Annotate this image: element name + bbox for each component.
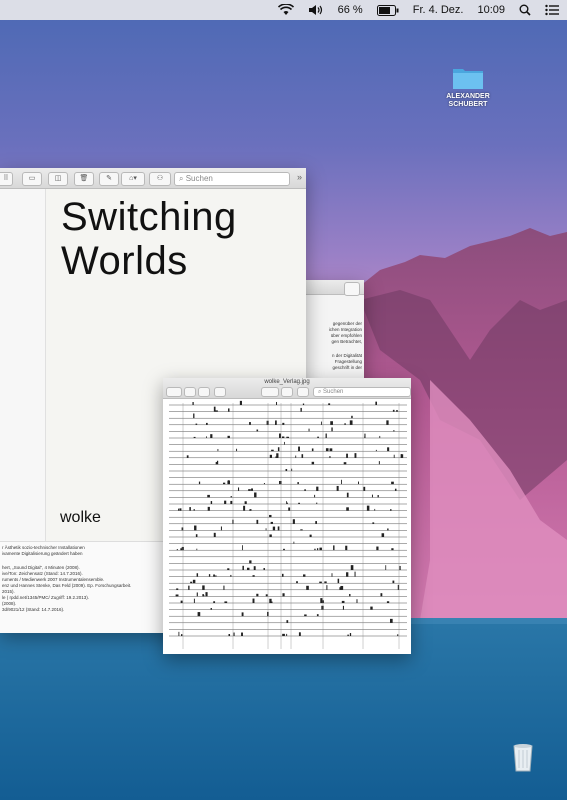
- battery-percent: 66 %: [337, 4, 363, 16]
- window-title: wolke_Verlag.jpg: [264, 379, 310, 385]
- desktop-folder[interactable]: ALEXANDER SCHUBERT: [440, 66, 496, 109]
- battery-icon[interactable]: [376, 4, 399, 16]
- search-input[interactable]: ⌕ Suchen: [313, 387, 411, 397]
- folder-icon: [452, 66, 484, 90]
- wifi-icon[interactable]: [277, 4, 294, 16]
- middle-window-text: gegenüber der ichen Integration über emp…: [328, 321, 362, 370]
- markup-icon[interactable]: [261, 387, 279, 397]
- edit-icon[interactable]: ✎: [99, 172, 119, 186]
- trash-icon[interactable]: [512, 742, 534, 772]
- share-icon[interactable]: [214, 387, 226, 397]
- view-icon[interactable]: ◫: [48, 172, 68, 186]
- music-score-image: [169, 400, 407, 649]
- book-window-titlebar[interactable]: ⠿ ▭ ◫ 🗑 ✎ ⌂▾ ⚇ ⌕ Suchen »: [0, 168, 306, 189]
- middle-window-titlebar[interactable]: [300, 280, 364, 296]
- spotlight-search-icon[interactable]: [519, 4, 531, 16]
- trash-icon[interactable]: 🗑: [74, 172, 94, 186]
- menubar-date[interactable]: Fr. 4. Dez.: [413, 4, 464, 16]
- image-window-titlebar[interactable]: wolke_Verlag.jpg ⌕ Suchen: [163, 378, 411, 399]
- book-publisher: wolke: [60, 509, 101, 526]
- sidebar-icon[interactable]: ▭: [22, 172, 42, 186]
- info-icon[interactable]: [297, 387, 309, 397]
- lock-icon[interactable]: ⌂▾: [121, 172, 145, 186]
- grid-view-icon[interactable]: ⠿: [0, 172, 13, 186]
- zoom-in-icon[interactable]: [198, 387, 210, 397]
- book-title: Switching Worlds: [61, 195, 237, 283]
- text-page-strip: r Ästhetik sozio-technischer Installatio…: [0, 541, 163, 633]
- menu-bar: 66 % Fr. 4. Dez. 10:09: [0, 0, 567, 20]
- zoom-out-icon[interactable]: [184, 387, 196, 397]
- menubar-time[interactable]: 10:09: [477, 4, 505, 16]
- rotate-icon[interactable]: [281, 387, 293, 397]
- sidebar-icon[interactable]: [166, 387, 182, 397]
- folder-label: ALEXANDER SCHUBERT: [446, 93, 490, 108]
- volume-icon[interactable]: [308, 4, 324, 16]
- image-preview-window[interactable]: wolke_Verlag.jpg ⌕ Suchen: [163, 378, 411, 654]
- overflow-chevron-icon[interactable]: »: [297, 172, 302, 182]
- share-icon[interactable]: ⚇: [149, 172, 171, 186]
- search-input[interactable]: ⌕ Suchen: [174, 172, 290, 186]
- sidebar-toggle-icon[interactable]: [344, 282, 360, 296]
- notification-center-icon[interactable]: [545, 4, 559, 16]
